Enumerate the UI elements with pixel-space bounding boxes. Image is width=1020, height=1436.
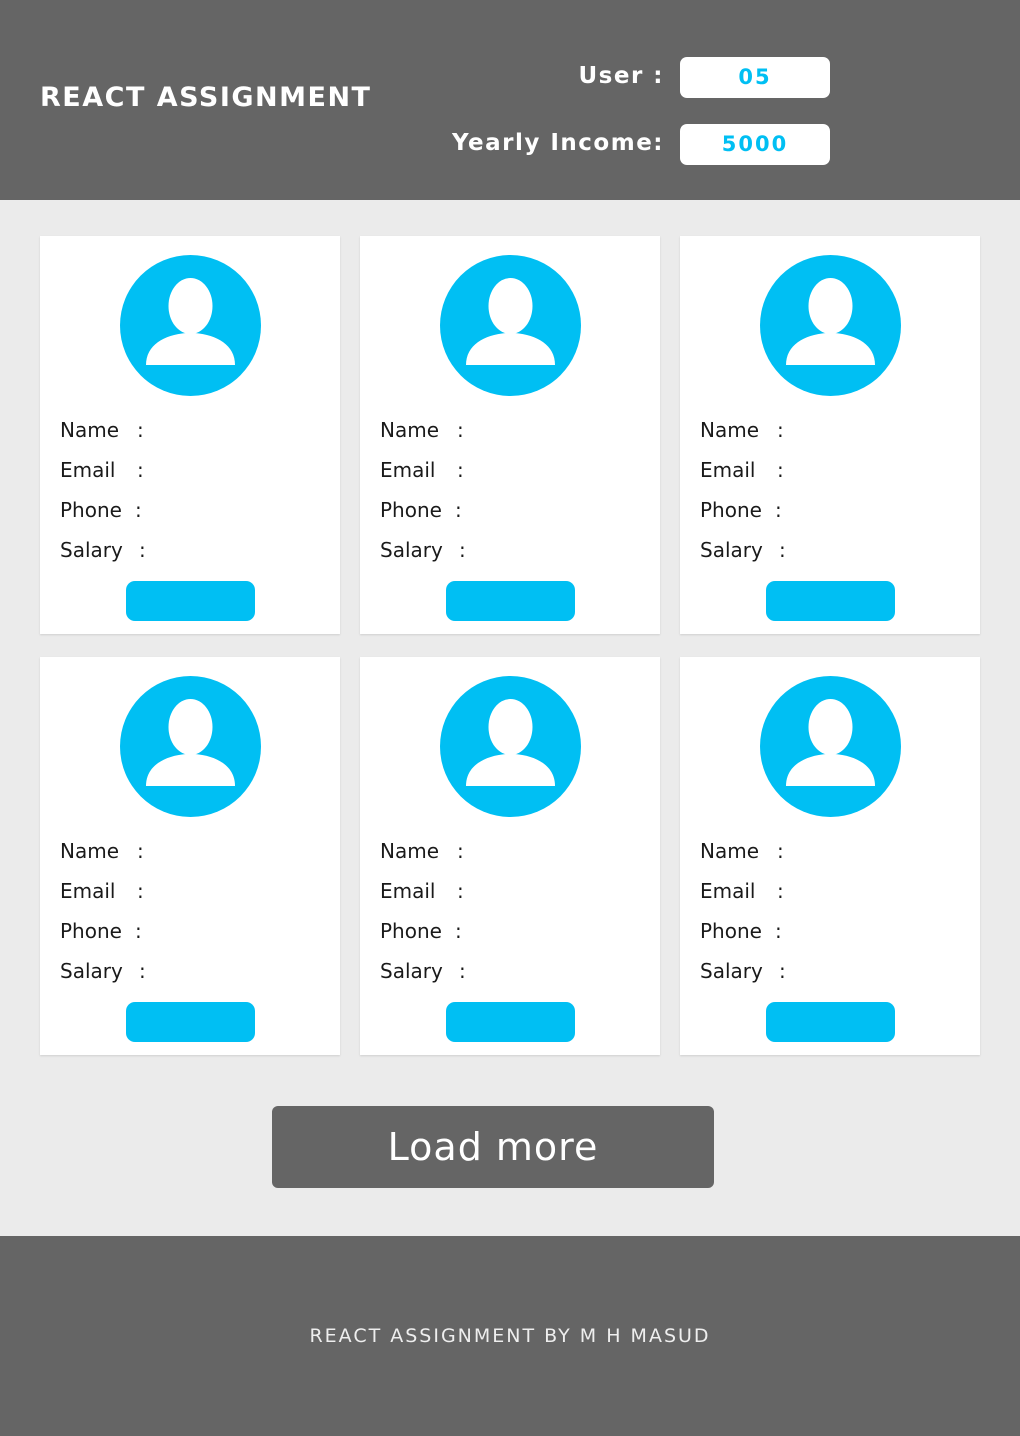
field-separator: : — [137, 839, 144, 863]
phone-label: Phone — [700, 498, 762, 522]
name-label: Name — [380, 839, 440, 863]
name-label: Name — [700, 418, 760, 442]
load-more-button[interactable]: Load more — [272, 1106, 714, 1188]
email-label: Email — [380, 879, 436, 903]
user-card: Name: Email: Phone: Salary: — [360, 657, 660, 1055]
field-separator: : — [779, 538, 786, 562]
email-label: Email — [60, 458, 116, 482]
user-avatar-icon — [120, 676, 261, 817]
field-separator: : — [137, 458, 144, 482]
name-label: Name — [60, 839, 120, 863]
user-card: Name: Email: Phone: Salary: — [680, 236, 980, 634]
email-label: Email — [60, 879, 116, 903]
phone-label: Phone — [380, 919, 442, 943]
salary-label: Salary — [60, 538, 123, 562]
phone-label: Phone — [380, 498, 442, 522]
card-action-button[interactable] — [126, 581, 255, 621]
user-card: Name: Email: Phone: Salary: — [40, 236, 340, 634]
field-separator: : — [457, 839, 464, 863]
field-separator: : — [775, 498, 782, 522]
field-separator: : — [457, 879, 464, 903]
email-label: Email — [700, 879, 756, 903]
name-label: Name — [380, 418, 440, 442]
page-header: REACT ASSIGNMENT User : 05 Yearly Income… — [0, 0, 1020, 200]
footer-credit: REACT ASSIGNMENT BY M H MASUD — [309, 1325, 711, 1347]
field-separator: : — [777, 879, 784, 903]
salary-label: Salary — [700, 538, 763, 562]
field-separator: : — [455, 919, 462, 943]
field-separator: : — [777, 458, 784, 482]
field-separator: : — [137, 418, 144, 442]
card-action-button[interactable] — [766, 1002, 895, 1042]
salary-label: Salary — [380, 959, 443, 983]
field-separator: : — [459, 538, 466, 562]
field-separator: : — [777, 418, 784, 442]
email-label: Email — [380, 458, 436, 482]
page-footer: REACT ASSIGNMENT BY M H MASUD — [0, 1236, 1020, 1436]
field-separator: : — [139, 538, 146, 562]
salary-label: Salary — [60, 959, 123, 983]
salary-label: Salary — [380, 538, 443, 562]
phone-label: Phone — [60, 919, 122, 943]
app-title: REACT ASSIGNMENT — [40, 82, 372, 113]
email-label: Email — [700, 458, 756, 482]
user-card: Name: Email: Phone: Salary: — [360, 236, 660, 634]
salary-label: Salary — [700, 959, 763, 983]
yearly-income-value: 5000 — [680, 124, 830, 165]
user-avatar-icon — [440, 255, 581, 396]
card-action-button[interactable] — [126, 1002, 255, 1042]
user-count-label: User : — [578, 63, 664, 89]
user-count-value: 05 — [680, 57, 830, 98]
field-separator: : — [779, 959, 786, 983]
user-card: Name: Email: Phone: Salary: — [40, 657, 340, 1055]
phone-label: Phone — [700, 919, 762, 943]
field-separator: : — [135, 919, 142, 943]
field-separator: : — [139, 959, 146, 983]
field-separator: : — [455, 498, 462, 522]
user-card: Name: Email: Phone: Salary: — [680, 657, 980, 1055]
user-avatar-icon — [120, 255, 261, 396]
name-label: Name — [60, 418, 120, 442]
field-separator: : — [775, 919, 782, 943]
card-action-button[interactable] — [446, 1002, 575, 1042]
card-action-button[interactable] — [446, 581, 575, 621]
field-separator: : — [135, 498, 142, 522]
yearly-income-label: Yearly Income: — [451, 130, 664, 156]
user-avatar-icon — [440, 676, 581, 817]
name-label: Name — [700, 839, 760, 863]
field-separator: : — [459, 959, 466, 983]
field-separator: : — [457, 418, 464, 442]
field-separator: : — [137, 879, 144, 903]
phone-label: Phone — [60, 498, 122, 522]
field-separator: : — [777, 839, 784, 863]
user-avatar-icon — [760, 676, 901, 817]
field-separator: : — [457, 458, 464, 482]
card-action-button[interactable] — [766, 581, 895, 621]
user-avatar-icon — [760, 255, 901, 396]
